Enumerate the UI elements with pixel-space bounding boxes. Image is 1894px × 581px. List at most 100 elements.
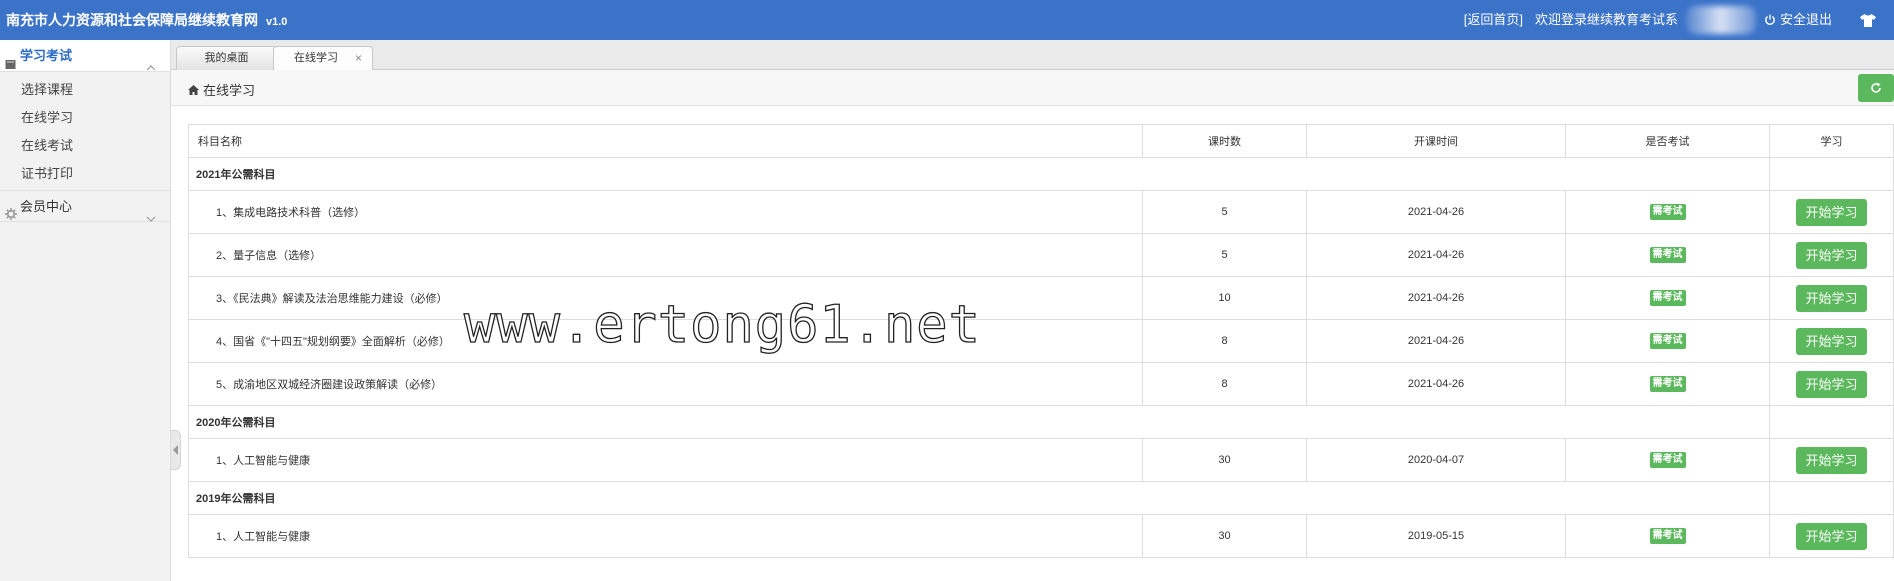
exam-cell: 需考试 [1565, 190, 1770, 234]
course-table: 科目名称 课时数 开课时间 是否考试 学习 2021年公需科目 1、集成电路技术… [188, 124, 1894, 558]
course-date: 2021-04-26 [1306, 190, 1566, 234]
col-header-subject: 科目名称 [188, 124, 1143, 158]
site-title: 南充市人力资源和社会保障局继续教育网 [6, 12, 258, 28]
table-row: 1、人工智能与健康 30 2020-04-07 需考试 开始学习 [188, 438, 1894, 482]
sidebar-item-select-course[interactable]: 选择课程 [0, 76, 170, 104]
course-date: 2019-05-15 [1306, 514, 1566, 558]
exam-badge: 需考试 [1649, 528, 1686, 544]
table-row: 1、人工智能与健康 30 2019-05-15 需考试 开始学习 [188, 514, 1894, 558]
home-icon [188, 84, 199, 95]
table-row: 2、量子信息（选修） 5 2021-04-26 需考试 开始学习 [188, 233, 1894, 277]
breadcrumb: 在线学习 [188, 80, 255, 99]
chevron-down-icon[interactable] [146, 202, 156, 234]
tab-online-study-label: 在线学习 [294, 52, 338, 64]
breadcrumb-label: 在线学习 [203, 83, 256, 98]
breadcrumb-bar: 在线学习 [171, 70, 1894, 106]
chevron-up-icon[interactable] [146, 51, 156, 83]
group-title: 2020年公需科目 [188, 405, 1770, 439]
exam-cell: 需考试 [1565, 319, 1770, 363]
course-name: 1、人工智能与健康 [188, 514, 1143, 558]
course-table-wrapper: 科目名称 课时数 开课时间 是否考试 学习 2021年公需科目 1、集成电路技术… [188, 124, 1894, 558]
action-cell: 开始学习 [1769, 319, 1894, 363]
group-row-2020: 2020年公需科目 [188, 405, 1894, 439]
course-hours: 30 [1142, 514, 1307, 558]
course-hours: 8 [1142, 319, 1307, 363]
top-bar: 南充市人力资源和社会保障局继续教育网 v1.0 [返回首页] 欢迎登录继续教育考试… [0, 0, 1894, 40]
exam-cell: 需考试 [1565, 514, 1770, 558]
course-name: 1、集成电路技术科普（选修） [188, 190, 1143, 234]
start-study-button[interactable]: 开始学习 [1796, 446, 1867, 474]
course-hours: 10 [1142, 276, 1307, 320]
course-date: 2020-04-07 [1306, 438, 1566, 482]
sidebar-item-online-exam[interactable]: 在线考试 [0, 132, 170, 160]
exam-badge: 需考试 [1649, 290, 1686, 306]
course-hours: 30 [1142, 438, 1307, 482]
action-cell: 开始学习 [1769, 514, 1894, 558]
group-empty-cell [1769, 157, 1894, 191]
group-row-2021: 2021年公需科目 [188, 157, 1894, 191]
close-icon[interactable]: × [355, 47, 362, 69]
sidebar: 学习考试 选择课程 在线学习 在线考试 证书打印 会员中心 [0, 40, 171, 581]
version-label: v1.0 [266, 16, 288, 28]
course-name: 3、《民法典》解读及法治思维能力建设（必修） [188, 276, 1143, 320]
course-date: 2021-04-26 [1306, 319, 1566, 363]
home-link[interactable]: [返回首页] [1464, 0, 1523, 40]
gear-icon [5, 200, 17, 232]
site-brand: 南充市人力资源和社会保障局继续教育网 v1.0 [6, 0, 287, 40]
submenu-study-exam: 选择课程 在线学习 在线考试 证书打印 [0, 72, 170, 190]
book-icon [5, 50, 16, 82]
course-date: 2021-04-26 [1306, 276, 1566, 320]
action-cell: 开始学习 [1769, 438, 1894, 482]
start-study-button[interactable]: 开始学习 [1796, 327, 1867, 355]
course-date: 2021-04-26 [1306, 233, 1566, 277]
col-header-hours: 课时数 [1142, 124, 1307, 158]
sidebar-collapse-handle[interactable] [171, 430, 181, 470]
group-empty-cell [1769, 405, 1894, 439]
col-header-exam: 是否考试 [1565, 124, 1770, 158]
start-study-button[interactable]: 开始学习 [1796, 284, 1867, 312]
course-name: 1、人工智能与健康 [188, 438, 1143, 482]
power-icon[interactable] [1764, 14, 1776, 26]
exam-badge: 需考试 [1649, 333, 1686, 349]
table-row: 1、集成电路技术科普（选修） 5 2021-04-26 需考试 开始学习 [188, 190, 1894, 234]
exam-badge: 需考试 [1649, 247, 1686, 263]
start-study-button[interactable]: 开始学习 [1796, 370, 1867, 398]
start-study-button[interactable]: 开始学习 [1796, 522, 1867, 550]
top-right-nav: [返回首页] 欢迎登录继续教育考试系 安全退出 [1464, 0, 1876, 40]
start-study-button[interactable]: 开始学习 [1796, 241, 1867, 269]
group-row-2019: 2019年公需科目 [188, 481, 1894, 515]
logout-link[interactable]: 安全退出 [1780, 0, 1832, 40]
caret-left-icon [172, 445, 178, 455]
action-cell: 开始学习 [1769, 362, 1894, 406]
course-hours: 5 [1142, 190, 1307, 234]
tab-my-desktop[interactable]: 我的桌面 [176, 46, 277, 70]
table-row: 3、《民法典》解读及法治思维能力建设（必修） 10 2021-04-26 需考试… [188, 276, 1894, 320]
group-title: 2021年公需科目 [188, 157, 1770, 191]
tab-online-study[interactable]: 在线学习 × [273, 46, 373, 70]
menu-study-exam[interactable]: 学习考试 [0, 40, 170, 72]
sidebar-item-online-study[interactable]: 在线学习 [0, 104, 170, 132]
group-title: 2019年公需科目 [188, 481, 1770, 515]
exam-cell: 需考试 [1565, 233, 1770, 277]
refresh-button[interactable] [1858, 74, 1894, 102]
start-study-button[interactable]: 开始学习 [1796, 198, 1867, 226]
theme-shirt-icon[interactable] [1860, 13, 1876, 27]
col-header-start-date: 开课时间 [1306, 124, 1566, 158]
menu-member-center[interactable]: 会员中心 [0, 190, 170, 222]
menu-member-center-label: 会员中心 [20, 199, 73, 214]
tab-bar: 我的桌面 在线学习 × [171, 40, 1894, 70]
blurred-username [1685, 6, 1756, 34]
welcome-text: 欢迎登录继续教育考试系 [1534, 12, 1678, 27]
group-empty-cell [1769, 481, 1894, 515]
course-name: 5、成渝地区双城经济圈建设政策解读（必修） [188, 362, 1143, 406]
course-hours: 5 [1142, 233, 1307, 277]
sidebar-item-certificate-print[interactable]: 证书打印 [0, 160, 170, 188]
col-header-study: 学习 [1769, 124, 1894, 158]
action-cell: 开始学习 [1769, 276, 1894, 320]
exam-badge: 需考试 [1649, 376, 1686, 392]
course-hours: 8 [1142, 362, 1307, 406]
exam-cell: 需考试 [1565, 276, 1770, 320]
table-header-row: 科目名称 课时数 开课时间 是否考试 学习 [188, 124, 1894, 158]
exam-cell: 需考试 [1565, 362, 1770, 406]
action-cell: 开始学习 [1769, 233, 1894, 277]
